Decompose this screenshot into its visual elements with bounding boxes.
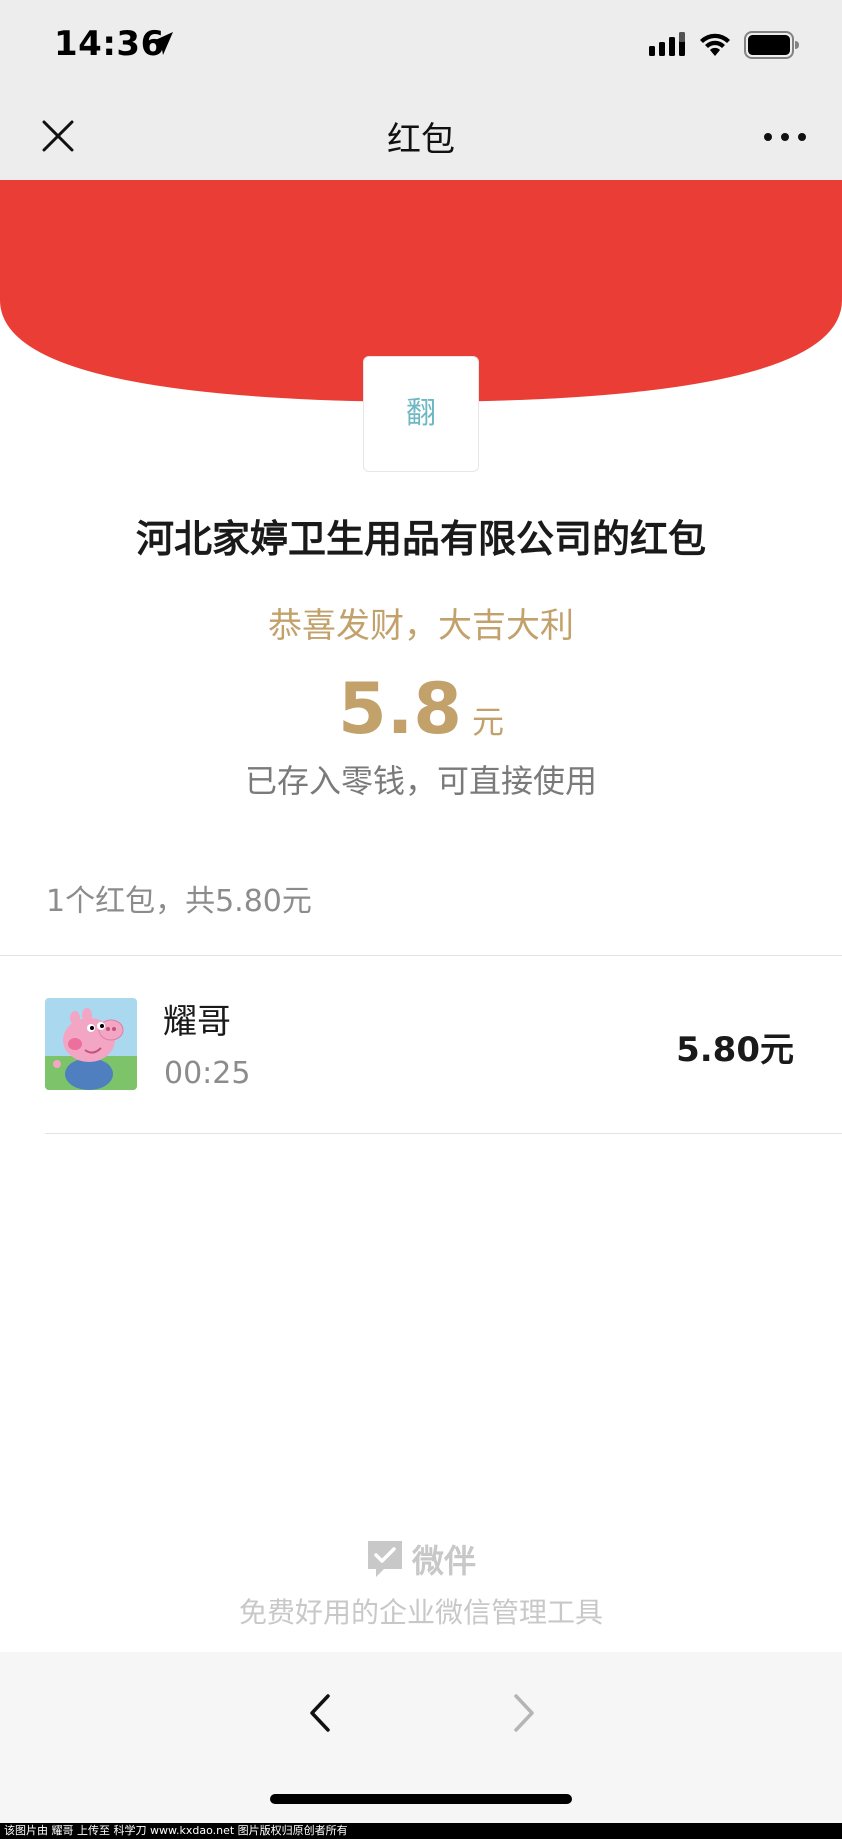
sender-logo-mark: 翻 bbox=[406, 396, 436, 431]
greeting-text: 恭喜发财，大吉大利 bbox=[268, 606, 574, 646]
avatar[interactable] bbox=[45, 998, 137, 1090]
sender-name: 河北家婷卫生用品有限公司的红包 bbox=[135, 517, 706, 561]
deposit-note[interactable]: 已存入零钱，可直接使用 bbox=[0, 756, 842, 802]
chevron-left-icon[interactable] bbox=[302, 1688, 338, 1738]
amount-display: 5.8 元 bbox=[0, 668, 842, 750]
brand-name: 微伴 bbox=[411, 1542, 476, 1580]
record-time: 00:25 bbox=[164, 1056, 251, 1091]
record-amount: 5.80元 bbox=[676, 1030, 794, 1070]
weiban-logo-icon bbox=[367, 1541, 402, 1577]
divider bbox=[45, 1133, 842, 1134]
sender-logo: 翻 bbox=[363, 356, 479, 472]
chevron-right-icon[interactable] bbox=[506, 1688, 542, 1738]
amount-value: 5.8 bbox=[337, 668, 462, 750]
watermark-text: 该图片由 耀哥 上传至 科学刀 www.kxdao.net 图片版权归原创者所有 bbox=[0, 1823, 842, 1839]
brand-tagline: 免费好用的企业微信管理工具 bbox=[238, 1596, 603, 1629]
record-name: 耀哥 bbox=[163, 1002, 231, 1042]
amount-unit: 元 bbox=[472, 703, 505, 741]
home-indicator[interactable] bbox=[270, 1794, 572, 1804]
brand: 微伴 bbox=[0, 1536, 842, 1582]
list-item[interactable]: 耀哥 00:25 5.80元 bbox=[0, 956, 842, 1134]
packet-summary: 1个红包，共5.80元 bbox=[46, 884, 312, 919]
bottom-toolbar bbox=[0, 1652, 842, 1839]
